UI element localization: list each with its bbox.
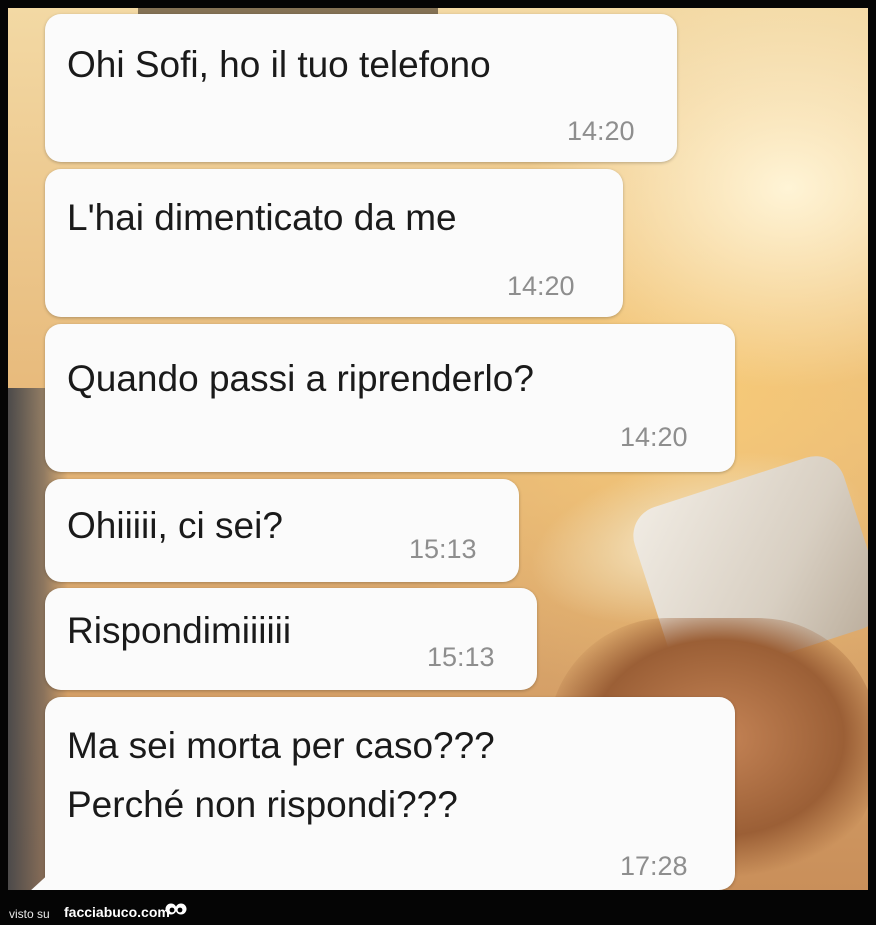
message-timestamp: 14:20: [567, 116, 635, 146]
message-bubble[interactable]: Ohi Sofi, ho il tuo telefono 14:20: [45, 14, 677, 162]
message-text-line2: Perché non rispondi???: [67, 784, 458, 825]
message-bubble[interactable]: Ohiiiii, ci sei? 15:13: [45, 479, 519, 582]
message-text: L'hai dimenticato da me: [67, 197, 457, 238]
message-text: Ohi Sofi, ho il tuo telefono: [67, 44, 491, 85]
message-bubble[interactable]: Quando passi a riprenderlo? 14:20: [45, 324, 735, 472]
watermark-footer: visto su facciabuco.com: [0, 890, 876, 925]
image-frame: Ohi Sofi, ho il tuo telefono 14:20 L'hai…: [0, 0, 876, 925]
eyes-icon: [165, 903, 187, 915]
message-text: Quando passi a riprenderlo?: [67, 358, 534, 399]
bubble-tail: [29, 870, 53, 890]
chat-background-photo: Ohi Sofi, ho il tuo telefono 14:20 L'hai…: [8, 8, 868, 890]
message-bubble[interactable]: Ma sei morta per caso??? Perché non risp…: [29, 697, 735, 890]
message-timestamp: 15:13: [409, 534, 477, 564]
message-text-line1: Ma sei morta per caso???: [67, 725, 495, 766]
site-name[interactable]: facciabuco.com: [64, 904, 170, 920]
message-timestamp: 15:13: [427, 642, 495, 672]
message-timestamp: 14:20: [507, 271, 575, 301]
message-text: Ohiiiii, ci sei?: [67, 505, 283, 546]
message-text: Rispondimiiiiii: [67, 610, 292, 651]
message-timestamp: 14:20: [620, 422, 688, 452]
message-bubble[interactable]: Rispondimiiiiii 15:13: [45, 588, 537, 690]
message-timestamp: 17:28: [620, 851, 688, 881]
message-bubble[interactable]: L'hai dimenticato da me 14:20: [45, 169, 623, 317]
visto-su-label: visto su: [9, 907, 50, 921]
